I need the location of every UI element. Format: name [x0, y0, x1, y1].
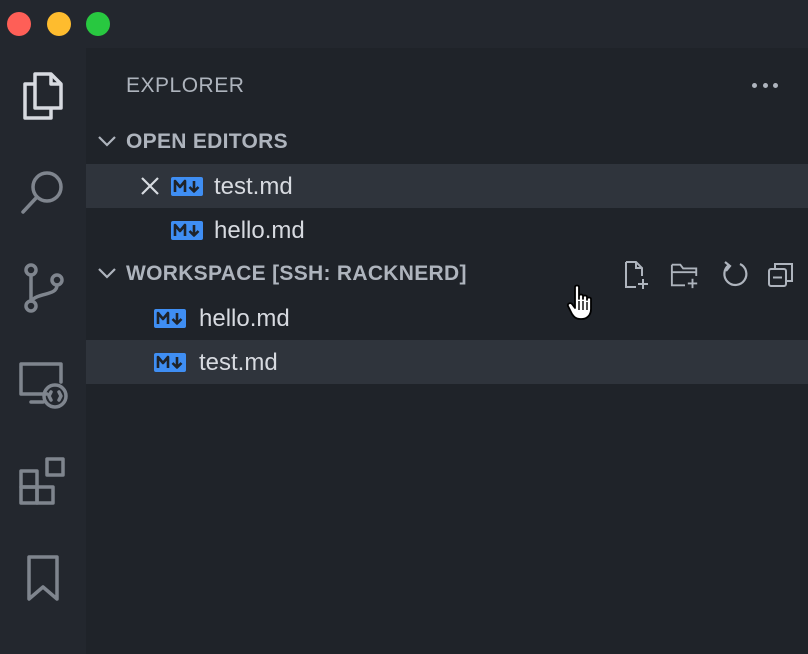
- open-editors-section-header[interactable]: OPEN EDITORS: [86, 120, 808, 164]
- explorer-icon[interactable]: [0, 56, 86, 136]
- bookmark-icon[interactable]: [0, 538, 86, 618]
- open-editor-filename: hello.md: [214, 217, 305, 244]
- refresh-icon[interactable]: [720, 260, 750, 290]
- chevron-down-icon: [98, 136, 116, 147]
- open-editors-title: OPEN EDITORS: [126, 130, 288, 153]
- markdown-file-icon: [171, 177, 203, 196]
- markdown-file-icon: [154, 309, 186, 328]
- close-icon[interactable]: [140, 176, 160, 196]
- minimize-window-button[interactable]: [47, 12, 71, 36]
- workspace-actions: [86, 252, 808, 296]
- hand-pointer-cursor-icon: [566, 284, 592, 320]
- open-editor-item[interactable]: hello.md: [86, 208, 808, 252]
- search-icon[interactable]: [0, 152, 86, 232]
- workspace-filename: hello.md: [199, 305, 290, 332]
- title-bar: [0, 0, 808, 48]
- workspace-file-item[interactable]: test.md: [86, 340, 808, 384]
- explorer-header: EXPLORER: [86, 48, 808, 120]
- markdown-file-icon: [154, 353, 186, 372]
- source-control-icon[interactable]: [0, 248, 86, 328]
- workspace-section-header[interactable]: WORKSPACE [SSH: RACKNERD]: [86, 252, 808, 296]
- extensions-icon[interactable]: [0, 441, 86, 521]
- close-window-button[interactable]: [7, 12, 31, 36]
- open-editor-filename: test.md: [214, 173, 293, 200]
- markdown-file-icon: [171, 221, 203, 240]
- new-folder-icon[interactable]: [670, 260, 700, 290]
- more-actions-icon[interactable]: [752, 78, 778, 92]
- remote-explorer-icon[interactable]: [0, 345, 86, 425]
- open-editor-item[interactable]: test.md: [86, 164, 808, 208]
- zoom-window-button[interactable]: [86, 12, 110, 36]
- activity-bar: [0, 48, 86, 654]
- workspace-file-item[interactable]: hello.md: [86, 296, 808, 340]
- workspace-filename: test.md: [199, 349, 278, 376]
- explorer-sidebar: EXPLORER OPEN EDITORS test.md hello.md W…: [86, 48, 808, 654]
- collapse-all-icon[interactable]: [766, 260, 796, 290]
- explorer-title: EXPLORER: [126, 74, 245, 97]
- new-file-icon[interactable]: [622, 260, 652, 290]
